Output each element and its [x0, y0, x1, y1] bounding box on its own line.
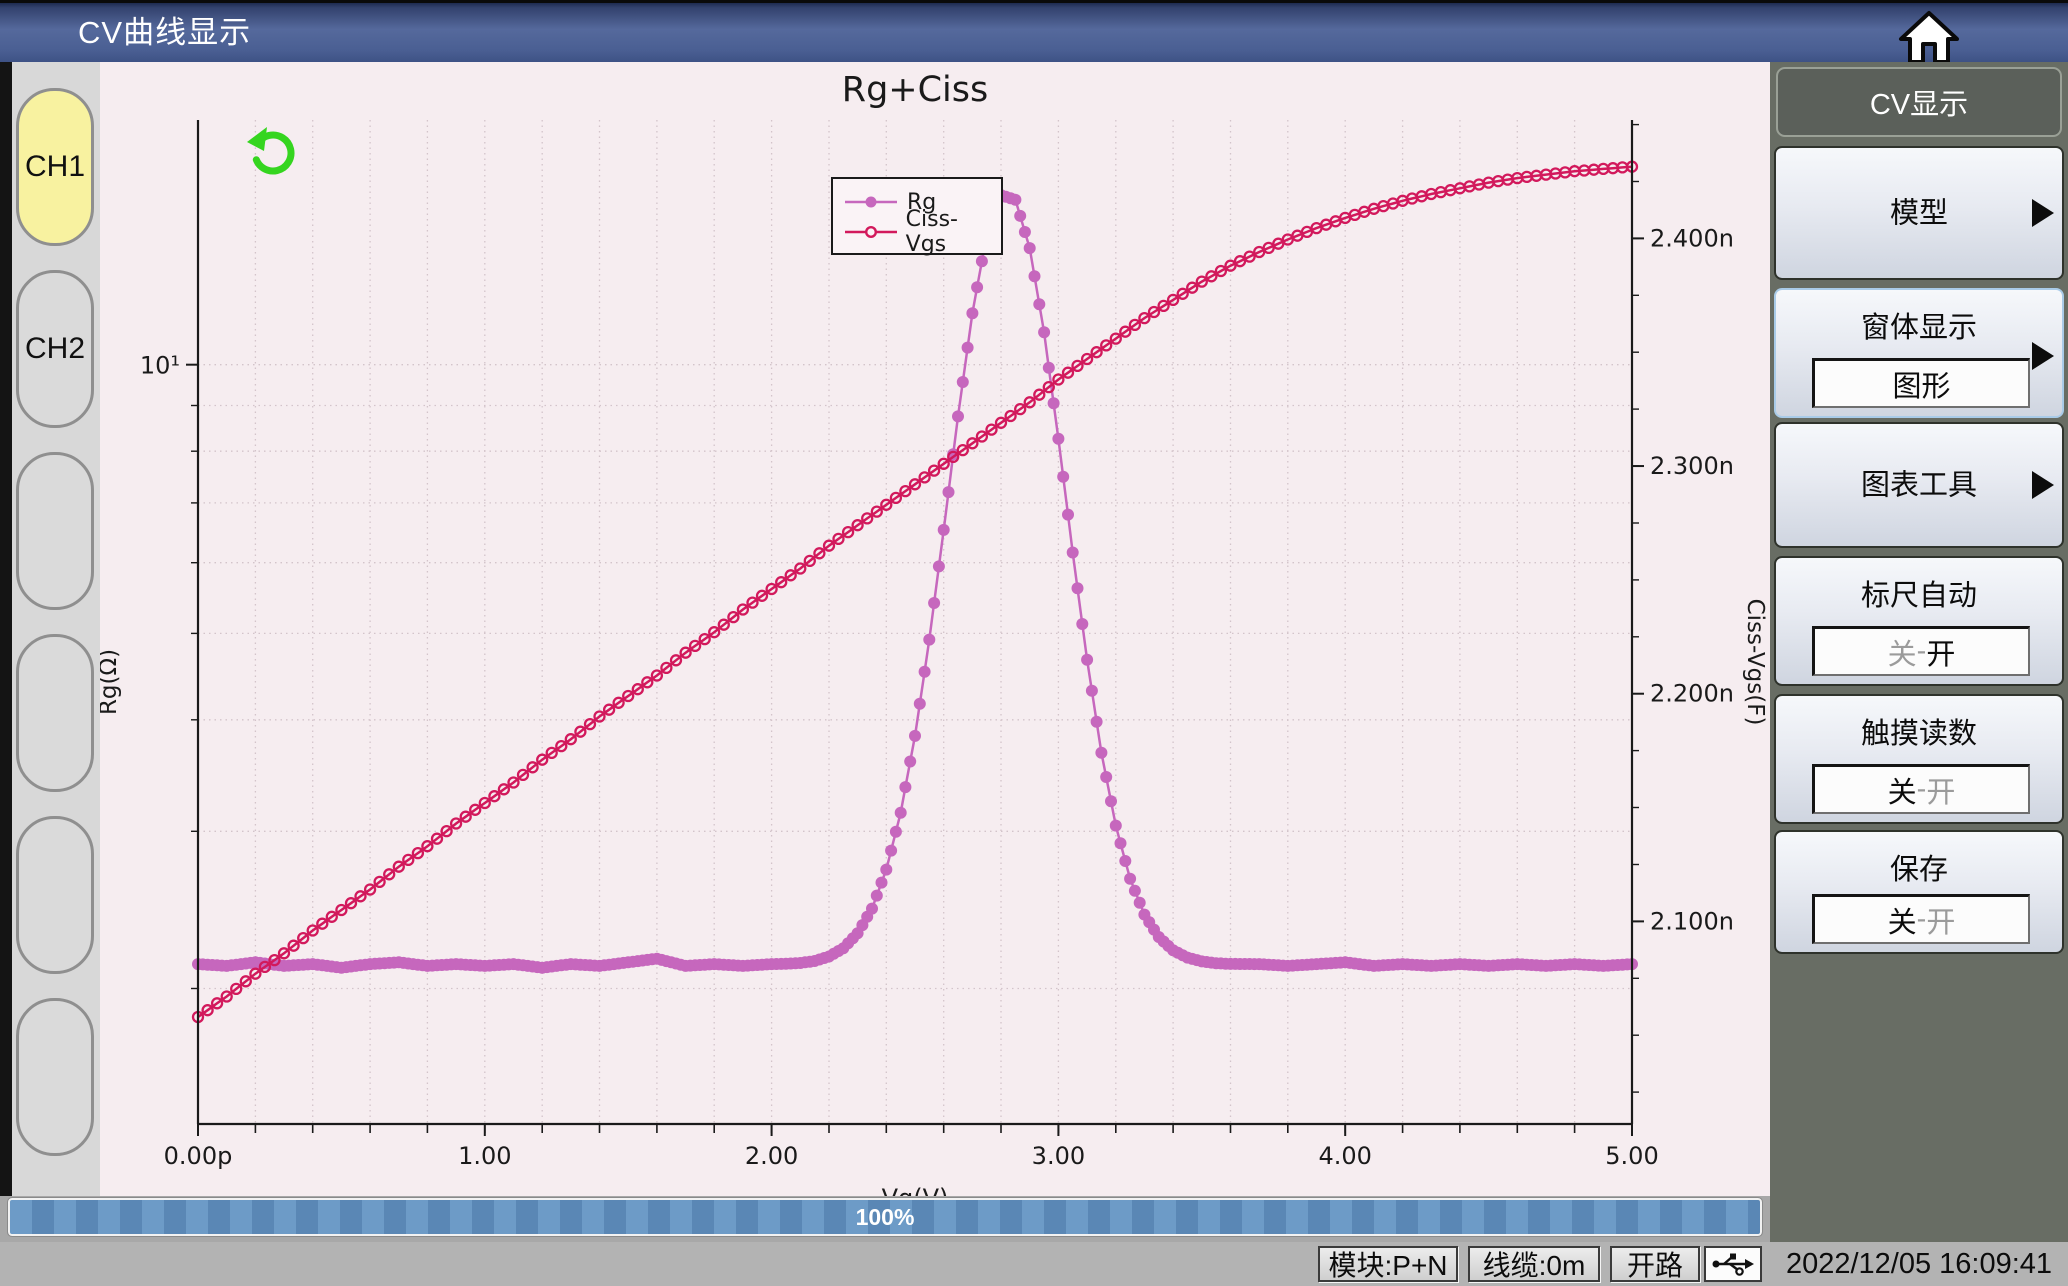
status-circuit: 开路: [1610, 1246, 1700, 1282]
menu-button-label: 模型: [1776, 189, 2062, 231]
toggle-off-label: 关: [1888, 631, 1917, 673]
toggle-box[interactable]: 关-开: [1812, 894, 2030, 944]
arrow-right-icon: [2032, 199, 2054, 227]
svg-text:Rg(Ω): Rg(Ω): [100, 649, 122, 715]
menu-header: CV显示: [1776, 67, 2062, 137]
menu-button-label: 窗体显示: [1776, 304, 2062, 346]
toggle-separator: -: [1917, 903, 1927, 936]
legend-filled-marker: [843, 191, 899, 213]
right-menu-panel: CV显示 模型窗体显示图形图表工具标尺自动关-开触摸读数关-开保存关-开: [1770, 62, 2068, 1242]
legend-entry: Ciss-Vgs: [843, 217, 995, 247]
toggle-separator: -: [1917, 635, 1927, 668]
toggle-off-label: 关: [1888, 899, 1917, 941]
toggle-separator: -: [1917, 773, 1927, 806]
menu-value-box: 图形: [1812, 358, 2030, 408]
channel-button-label: CH2: [25, 332, 85, 366]
svg-text:2.200n: 2.200n: [1650, 680, 1734, 708]
chart-legend: RgCiss-Vgs: [831, 177, 1003, 255]
progress-label: 100%: [856, 1204, 915, 1231]
toggle-on-label: 开: [1926, 769, 1955, 811]
status-module: 模块:P+N: [1318, 1246, 1458, 1282]
status-datetime: 2022/12/05 16:09:41: [1770, 1246, 2068, 1282]
menu-button-2[interactable]: 窗体显示图形: [1774, 288, 2064, 418]
svg-text:2.300n: 2.300n: [1650, 452, 1734, 480]
progress-bar: 100%: [8, 1198, 1762, 1236]
home-icon: [1894, 9, 1964, 65]
menu-button-label: 保存: [1776, 846, 2062, 888]
left-edge-strip: [0, 62, 12, 1196]
arrow-right-icon: [2032, 342, 2054, 370]
channel-button-empty-5[interactable]: [16, 998, 94, 1156]
toggle-on-label: 开: [1926, 631, 1955, 673]
channel-button-empty-4[interactable]: [16, 816, 94, 974]
menu-button-5[interactable]: 触摸读数关-开: [1774, 694, 2064, 824]
channel-button-ch2[interactable]: CH2: [16, 270, 94, 428]
menu-button-label: 图表工具: [1776, 461, 2062, 503]
home-button[interactable]: [1894, 9, 1964, 65]
arrow-right-icon: [2032, 471, 2054, 499]
menu-value-label: 图形: [1892, 363, 1950, 405]
progress-row: 100%: [0, 1196, 1770, 1242]
usb-status-box: [1704, 1246, 1762, 1282]
svg-text:10¹: 10¹: [140, 352, 180, 380]
title-bar: CV曲线显示: [0, 0, 2068, 62]
legend-open-marker: [843, 221, 898, 243]
channel-sidebar: CH1 CH2: [12, 62, 100, 1196]
legend-label: Ciss-Vgs: [906, 207, 995, 257]
toggle-off-label: 关: [1888, 769, 1917, 811]
svg-text:2.00: 2.00: [745, 1142, 798, 1170]
svg-text:4.00: 4.00: [1318, 1142, 1371, 1170]
menu-button-1[interactable]: 模型: [1774, 146, 2064, 280]
menu-button-label: 触摸读数: [1776, 710, 2062, 752]
usb-icon: [1711, 1251, 1755, 1277]
status-bar: 模块:P+N 线缆:0m 开路 2022/12/05 16:09:41: [0, 1242, 2068, 1286]
svg-text:1.00: 1.00: [458, 1142, 511, 1170]
menu-button-label: 标尺自动: [1776, 572, 2062, 614]
cv-curve-display-screen: CV曲线显示 CH1CH2 Rg+Ciss 0.00p1.002.003.004…: [0, 0, 2068, 1286]
refresh-icon[interactable]: [242, 122, 302, 182]
channel-button-ch1[interactable]: CH1: [16, 88, 94, 246]
svg-text:Vg(V): Vg(V): [882, 1184, 949, 1196]
status-cable: 线缆:0m: [1468, 1246, 1600, 1282]
toggle-box[interactable]: 关-开: [1812, 764, 2030, 814]
page-title: CV曲线显示: [78, 3, 251, 65]
channel-button-empty-2[interactable]: [16, 452, 94, 610]
menu-button-4[interactable]: 标尺自动关-开: [1774, 556, 2064, 686]
svg-text:0.00p: 0.00p: [164, 1142, 233, 1170]
menu-button-3[interactable]: 图表工具: [1774, 422, 2064, 548]
toggle-on-label: 开: [1926, 899, 1955, 941]
toggle-box[interactable]: 关-开: [1812, 626, 2030, 676]
channel-button-label: CH1: [25, 150, 85, 184]
svg-text:2.100n: 2.100n: [1650, 907, 1734, 935]
chart-area: Rg+Ciss 0.00p1.002.003.004.005.0010¹2.10…: [100, 62, 1770, 1196]
svg-text:5.00: 5.00: [1605, 1142, 1658, 1170]
svg-text:3.00: 3.00: [1032, 1142, 1085, 1170]
channel-button-empty-3[interactable]: [16, 634, 94, 792]
menu-button-6[interactable]: 保存关-开: [1774, 830, 2064, 954]
svg-text:Ciss-Vgs(F): Ciss-Vgs(F): [1742, 599, 1768, 726]
svg-text:2.400n: 2.400n: [1650, 224, 1734, 252]
